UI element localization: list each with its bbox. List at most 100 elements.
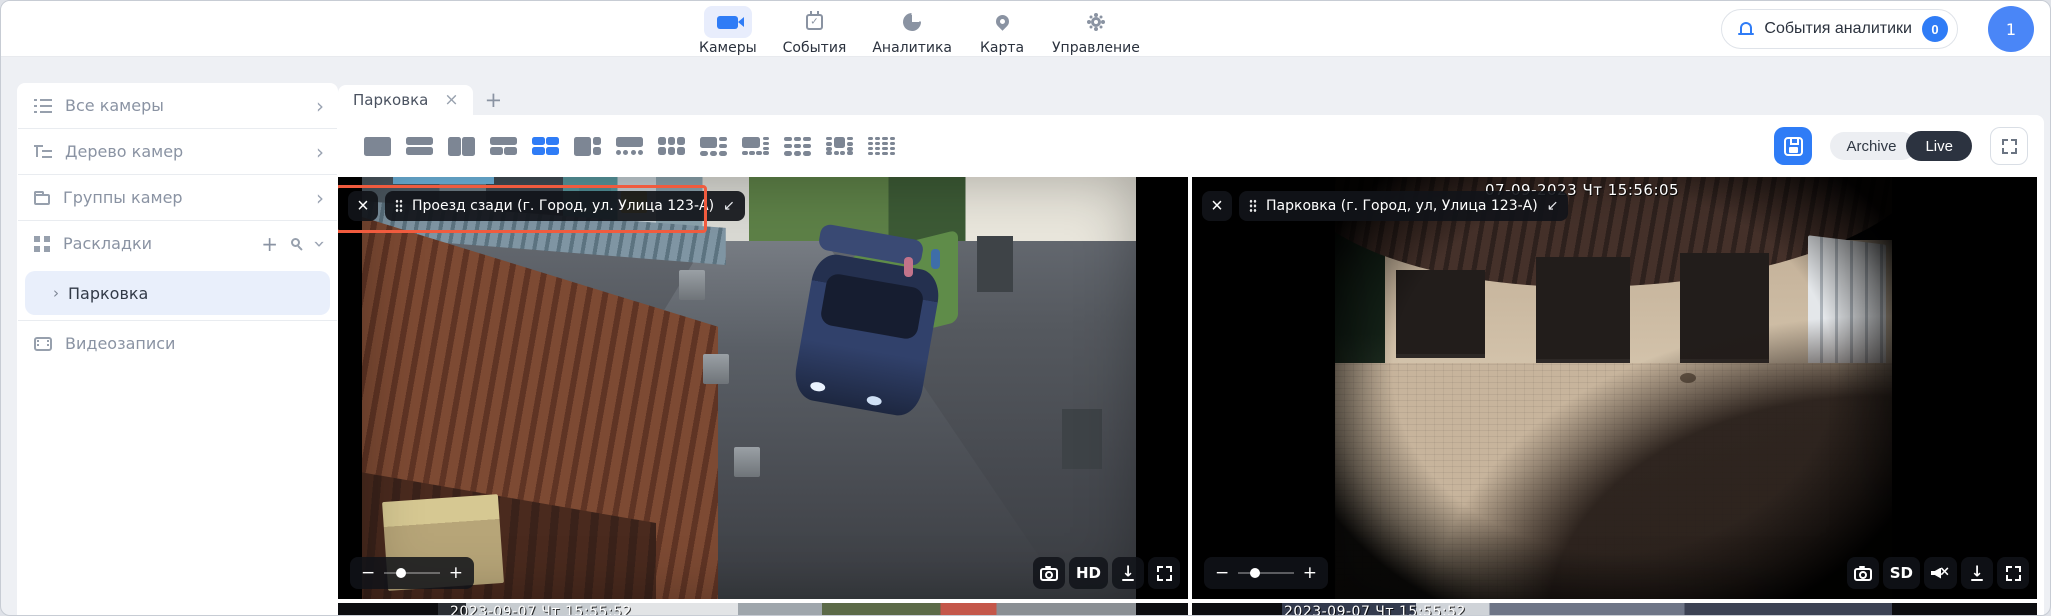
zoom-knob[interactable] xyxy=(1250,568,1260,578)
live-button[interactable]: Live xyxy=(1906,131,1972,161)
layout-option[interactable] xyxy=(613,134,646,159)
camera-title-bar[interactable]: Проезд сзади (г. Город, ул. Улица 123-А)… xyxy=(385,191,745,221)
sidebar-item-camera-tree[interactable]: Дерево камер › xyxy=(17,129,338,174)
sidebar-item-all-cameras[interactable]: Все камеры › xyxy=(17,83,338,128)
layout-grid-icon xyxy=(448,137,475,156)
scene-sky-strip xyxy=(393,177,494,184)
nav-item[interactable]: Аналитика xyxy=(872,6,952,56)
zoom-in-button[interactable]: + xyxy=(1303,565,1317,582)
zoom-track[interactable] xyxy=(1238,572,1294,574)
archive-button[interactable]: Archive xyxy=(1830,132,1916,160)
tab-close-icon[interactable]: × xyxy=(444,92,458,109)
camera-title: Проезд сзади (г. Город, ул. Улица 123-А) xyxy=(412,198,714,214)
layout-option[interactable] xyxy=(361,134,394,159)
layout-grid-icon xyxy=(406,137,433,156)
layout-option[interactable] xyxy=(865,134,898,159)
layout-option[interactable] xyxy=(739,134,772,159)
camera-control-button[interactable] xyxy=(1148,557,1180,589)
toolbar-right-controls: Archive Live xyxy=(1774,127,2028,165)
camera-control-button[interactable] xyxy=(1033,557,1065,589)
nav-icon xyxy=(903,13,922,32)
zoom-slider: − + xyxy=(1204,557,1328,589)
layout-option[interactable] xyxy=(403,134,436,159)
tree-icon xyxy=(34,144,52,159)
nav-item[interactable]: События xyxy=(783,6,847,56)
camera-title: Парковка (г. Город, ул, Улица 123-А) xyxy=(1266,198,1538,214)
layout-option[interactable] xyxy=(445,134,478,159)
sidebar-item-recordings[interactable]: Видеозаписи xyxy=(17,321,338,366)
zoom-out-button[interactable]: − xyxy=(361,565,375,582)
app-window: Камеры События Аналитика Карта xyxy=(0,0,2051,616)
scene-metal-cabinets xyxy=(1808,236,1886,440)
nav-item[interactable]: Камеры xyxy=(699,6,757,56)
collapse-corner-icon[interactable]: ↙ xyxy=(723,198,735,214)
scene-fisheye-vignette xyxy=(1335,177,1892,599)
scene-manhole xyxy=(1680,373,1696,383)
layout-grid-icon xyxy=(364,137,391,156)
layout-grid-icon xyxy=(490,137,517,156)
zoom-in-button[interactable]: + xyxy=(449,565,463,582)
scene-shadow xyxy=(1413,304,1892,599)
camera-control-button[interactable]: HD xyxy=(1069,557,1108,589)
video-frame xyxy=(362,177,1136,599)
layout-grid-icon xyxy=(784,137,811,156)
sidebar-item-label: Видеозаписи xyxy=(65,334,175,353)
zoom-out-button[interactable]: − xyxy=(1215,565,1229,582)
scene-person-blue xyxy=(931,249,940,269)
zoom-track[interactable] xyxy=(384,572,440,574)
main-nav: Камеры События Аналитика Карта xyxy=(699,6,1140,56)
nav-label: Управление xyxy=(1052,40,1140,56)
layout-name-label: Парковка xyxy=(68,284,148,303)
layout-option[interactable] xyxy=(781,134,814,159)
search-icon[interactable] xyxy=(291,238,300,247)
add-tab-button[interactable]: + xyxy=(485,90,503,115)
analytics-events-button[interactable]: События аналитики 0 xyxy=(1721,9,1958,49)
chevron-down-icon[interactable]: › xyxy=(310,240,330,248)
grid-fullscreen-button[interactable] xyxy=(1990,127,2028,165)
sidebar-layout-parkovka[interactable]: › Парковка xyxy=(25,271,330,315)
nav-icon-box xyxy=(978,6,1026,38)
camera-tile-proezd-szadi[interactable]: × Проезд сзади (г. Город, ул. Улица 123-… xyxy=(338,177,1188,599)
sidebar-item-camera-groups[interactable]: Группы камер › xyxy=(17,175,338,220)
camera-control-button[interactable] xyxy=(1961,557,1993,589)
sidebar-item-label: Дерево камер xyxy=(65,142,183,161)
layout-option[interactable] xyxy=(487,134,520,159)
camera-control-button[interactable] xyxy=(1997,557,2029,589)
nav-item[interactable]: Карта xyxy=(978,6,1026,56)
camera-tile-partial[interactable]: 2023-09-07 Чт 15:55:52 xyxy=(1192,603,2037,616)
camera-close-button[interactable]: × xyxy=(348,191,378,221)
camera-control-button[interactable]: SD xyxy=(1883,557,1920,589)
tab-parkovka[interactable]: Парковка × xyxy=(338,85,473,115)
scene-garage-door xyxy=(1536,257,1631,363)
layout-grid-icon xyxy=(742,137,769,156)
camera-control-button[interactable] xyxy=(1112,557,1144,589)
video-frame: 07-09-2023 Чт 15:56:05 xyxy=(1335,177,1892,599)
layout-option[interactable] xyxy=(697,134,730,159)
sidebar-item-layouts[interactable]: Раскладки + › xyxy=(17,221,338,266)
drag-dots-icon[interactable] xyxy=(395,199,403,213)
drag-dots-icon[interactable] xyxy=(1249,199,1257,213)
camera-close-button[interactable]: × xyxy=(1202,191,1232,221)
save-layout-button[interactable] xyxy=(1774,127,1812,165)
camera-control-button[interactable] xyxy=(1847,557,1879,589)
layout-option[interactable] xyxy=(529,134,562,159)
camera-control-button[interactable] xyxy=(1924,557,1957,589)
scene-car-trunk xyxy=(817,223,924,267)
camera-title-bar[interactable]: Парковка (г. Город, ул, Улица 123-А) ↙ xyxy=(1239,191,1568,221)
camera-tile-partial[interactable]: 2023-09-07 Чт 15:55:52 xyxy=(338,603,1188,616)
scene-concrete-block xyxy=(734,447,760,477)
layout-option[interactable] xyxy=(571,134,604,159)
scene-person-pink xyxy=(904,257,913,277)
zoom-knob[interactable] xyxy=(396,568,406,578)
layout-option[interactable] xyxy=(655,134,688,159)
nav-item[interactable]: Управление xyxy=(1052,6,1140,56)
scene-cobblestone xyxy=(1335,363,1892,599)
bell-icon xyxy=(1738,22,1754,36)
camera-tile-parkovka[interactable]: 07-09-2023 Чт 15:56:05 × Парковка (г. Го… xyxy=(1192,177,2037,599)
layout-option[interactable] xyxy=(823,134,856,159)
camera-osd-timestamp: 2023-09-07 Чт 15:55:52 xyxy=(450,604,632,616)
add-layout-button[interactable]: + xyxy=(261,234,278,254)
user-avatar[interactable]: 1 xyxy=(1988,6,2034,52)
collapse-corner-icon[interactable]: ↙ xyxy=(1547,198,1559,214)
layout-options-row xyxy=(361,134,898,159)
